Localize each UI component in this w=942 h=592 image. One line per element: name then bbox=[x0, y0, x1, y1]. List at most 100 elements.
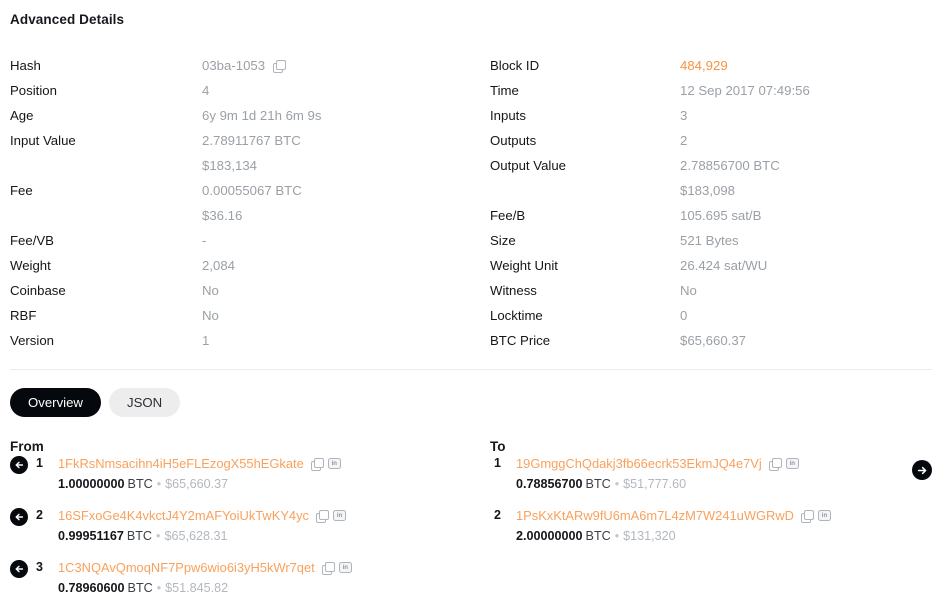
label-tag-icon[interactable]: in bbox=[785, 458, 799, 470]
detail-label: Time bbox=[490, 83, 519, 98]
detail-label: Output Value bbox=[490, 158, 567, 173]
label-tag-icon[interactable]: in bbox=[333, 510, 346, 522]
transaction-advanced-details-page: Advanced Details Hash 03ba-1053 Position 4 A… bbox=[0, 0, 942, 592]
label-tag-glyph: in bbox=[789, 460, 795, 467]
label-tag-icon[interactable]: in bbox=[338, 562, 352, 574]
detail-row: Weight Unit 26.424 sat/WU bbox=[490, 253, 932, 278]
detail-value: 26.424 sat/WU bbox=[680, 253, 932, 278]
detail-value-text: $65,660.37 bbox=[680, 333, 747, 348]
arrow-left-icon[interactable] bbox=[10, 456, 28, 475]
detail-label: Size bbox=[490, 233, 516, 248]
separator-dot: • bbox=[156, 581, 162, 592]
address-link[interactable]: 1FkRsNmsacihn4iH5eFLEzogX55hEGkate bbox=[58, 454, 304, 473]
tab-json[interactable]: JSON bbox=[108, 388, 181, 418]
btc-amount: 0.99951167 bbox=[58, 529, 124, 544]
detail-value-text: 0.00055067 BTC bbox=[202, 183, 302, 198]
detail-value: 3 bbox=[680, 103, 932, 128]
address-link[interactable]: 1C3NQAvQmoqNF7Ppw6wio6i3yH5kWr7qet bbox=[58, 558, 315, 577]
detail-row: Inputs 3 bbox=[490, 103, 932, 128]
detail-row: Age 6y 9m 1d 21h 6m 9s bbox=[10, 103, 490, 128]
io-row: 1 19GmggChQdakj3fb66ecrk53EkmJQ4e7Vj in 0.7… bbox=[490, 454, 932, 494]
detail-row: Hash 03ba-1053 bbox=[10, 53, 490, 78]
detail-value-text: 1 bbox=[202, 333, 210, 348]
io-cell: 1C3NQAvQmoqNF7Ppw6wio6i3yH5kWr7qet in 0.78… bbox=[58, 558, 352, 592]
detail-row: Block ID 484,929 bbox=[490, 53, 932, 78]
detail-value-text: 03ba-1053 bbox=[202, 58, 266, 73]
label-tag-glyph: in bbox=[821, 512, 828, 519]
details-column-right: Block ID 484,929 Time 12 Sep 2017 07:49:56 I… bbox=[490, 53, 932, 353]
detail-row: Fee/B 105.695 sat/B bbox=[490, 203, 932, 228]
io-cell: 19GmggChQdakj3fb66ecrk53EkmJQ4e7Vj in 0.78… bbox=[516, 454, 799, 494]
detail-value-text: - bbox=[202, 233, 207, 248]
copy-icon[interactable] bbox=[800, 509, 814, 523]
detail-value[interactable]: 484,929 bbox=[680, 53, 932, 78]
io-amount-line: 0.99951167 BTC • $65,628.31 bbox=[58, 526, 346, 546]
detail-label: Block ID bbox=[490, 58, 540, 73]
detail-row: Input Value 2.78911767 BTC $183,134 bbox=[10, 128, 490, 178]
detail-value-text: No bbox=[202, 283, 219, 298]
address-link[interactable]: 1PsKxKtARw9fU6mA6m7L4zM7W241uWGRwD bbox=[516, 506, 794, 525]
detail-value-text: 3 bbox=[680, 108, 688, 123]
btc-amount: 0.78856700 bbox=[516, 477, 583, 492]
detail-label: Age bbox=[10, 108, 34, 123]
io-address-line: 1PsKxKtARw9fU6mA6m7L4zM7W241uWGRwD in bbox=[516, 506, 831, 525]
copy-icon[interactable] bbox=[310, 457, 324, 471]
detail-value: 2,084 bbox=[202, 253, 490, 278]
details-column-left: Hash 03ba-1053 Position 4 Age 6y 9m 1d 21h 6m… bbox=[10, 53, 490, 353]
detail-value: 2.78911767 BTC bbox=[202, 128, 490, 153]
io-row: 2 16SFxoGe4K4vkctJ4Y2mAFYoiUkTwKY4yc in 0.9… bbox=[10, 506, 490, 546]
io-index: 2 bbox=[36, 508, 43, 523]
view-tabs: Overview JSON bbox=[10, 388, 932, 418]
detail-value-text: 6y 9m 1d 21h 6m 9s bbox=[202, 108, 322, 123]
detail-value-secondary: $183,098 bbox=[680, 183, 736, 198]
io-address-line: 16SFxoGe4K4vkctJ4Y2mAFYoiUkTwKY4yc in bbox=[58, 506, 346, 525]
io-row: 2 1PsKxKtARw9fU6mA6m7L4zM7W241uWGRwD in 2.0… bbox=[490, 506, 932, 546]
io-cell: 1PsKxKtARw9fU6mA6m7L4zM7W241uWGRwD in 2.00… bbox=[516, 506, 831, 546]
label-tag-icon[interactable]: in bbox=[817, 510, 831, 522]
detail-label: Locktime bbox=[490, 308, 543, 323]
separator-dot: • bbox=[614, 477, 620, 492]
detail-label: Coinbase bbox=[10, 283, 66, 298]
detail-label: Version bbox=[10, 333, 54, 348]
detail-value-text: 0 bbox=[680, 308, 688, 323]
separator-dot: • bbox=[614, 529, 620, 544]
btc-unit-label: BTC bbox=[127, 477, 153, 492]
btc-amount: 2.00000000 bbox=[516, 529, 583, 544]
detail-value: 1 bbox=[202, 328, 490, 353]
btc-unit-label: BTC bbox=[585, 529, 611, 544]
address-link[interactable]: 16SFxoGe4K4vkctJ4Y2mAFYoiUkTwKY4yc bbox=[58, 506, 309, 525]
detail-value-text: 2.78856700 BTC bbox=[680, 158, 780, 173]
tab-overview[interactable]: Overview bbox=[10, 388, 101, 418]
detail-row: BTC Price $65,660.37 bbox=[490, 328, 932, 353]
address-link[interactable]: 19GmggChQdakj3fb66ecrk53EkmJQ4e7Vj bbox=[516, 454, 762, 473]
detail-value-text: 484,929 bbox=[680, 58, 728, 73]
copy-icon[interactable] bbox=[316, 509, 329, 523]
usd-amount: $51,777.60 bbox=[623, 477, 687, 492]
arrow-left-icon[interactable] bbox=[10, 508, 28, 527]
io-address-line: 1FkRsNmsacihn4iH5eFLEzogX55hEGkate in bbox=[58, 454, 341, 473]
detail-label: Outputs bbox=[490, 133, 537, 148]
detail-row: Position 4 bbox=[10, 78, 490, 103]
io-body: 1 1FkRsNmsacihn4iH5eFLEzogX55hEGkate in 1.0… bbox=[10, 454, 932, 592]
io-cell: 1FkRsNmsacihn4iH5eFLEzogX55hEGkate in 1.00… bbox=[58, 454, 341, 494]
io-amount-line: 0.78856700 BTC • $51,777.60 bbox=[516, 474, 799, 494]
detail-row: Time 12 Sep 2017 07:49:56 bbox=[490, 78, 932, 103]
detail-row: Weight 2,084 bbox=[10, 253, 490, 278]
detail-value: No bbox=[202, 303, 490, 328]
io-amount-line: 0.78960600 BTC • $51,845.82 bbox=[58, 578, 352, 592]
copy-icon[interactable] bbox=[768, 457, 782, 471]
detail-label: Weight bbox=[10, 258, 51, 273]
copy-icon[interactable] bbox=[321, 561, 335, 575]
detail-label: Inputs bbox=[490, 108, 526, 123]
arrow-left-icon[interactable] bbox=[10, 560, 28, 579]
detail-label: Fee bbox=[10, 183, 33, 198]
btc-amount: 1.00000000 bbox=[58, 477, 125, 492]
detail-value: 12 Sep 2017 07:49:56 bbox=[680, 78, 932, 103]
copy-icon[interactable] bbox=[273, 59, 287, 73]
section-divider bbox=[10, 369, 932, 370]
btc-unit-label: BTC bbox=[127, 581, 153, 592]
detail-label: Fee/VB bbox=[10, 233, 54, 248]
label-tag-icon[interactable]: in bbox=[327, 458, 341, 470]
io-address-line: 1C3NQAvQmoqNF7Ppw6wio6i3yH5kWr7qet in bbox=[58, 558, 352, 577]
detail-row: Locktime 0 bbox=[490, 303, 932, 328]
